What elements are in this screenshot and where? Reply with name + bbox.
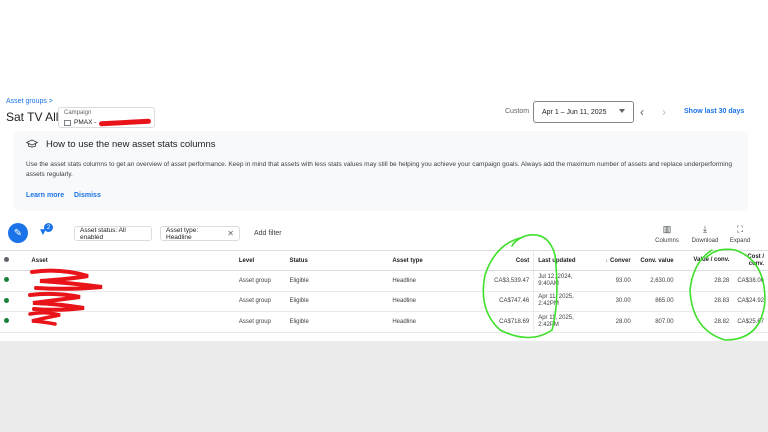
download-label: Download: [691, 238, 719, 244]
chevron-down-icon: [619, 109, 625, 113]
cost-cell: CA$3,539.47: [474, 270, 534, 292]
page-title: Sat TV All: [6, 110, 59, 124]
column-header-conversions-label: Conver: [609, 257, 631, 264]
column-header-asset[interactable]: Asset: [27, 250, 235, 271]
custom-label: Custom: [505, 108, 530, 115]
page: Asset groups > Sat TV All Campaign PMAX …: [0, 0, 768, 432]
campaign-value: PMAX -: [64, 118, 152, 127]
last-updated-cell: Jul 12, 2024, 9:40AM: [533, 270, 580, 292]
column-header-cost[interactable]: Cost: [474, 250, 534, 271]
campaign-label: Campaign: [64, 110, 92, 116]
close-icon[interactable]: ✕: [227, 229, 234, 238]
status-dot-header: [0, 250, 28, 271]
value-conv-cell: 28.28: [677, 270, 734, 292]
conv-value-cell: 807.00: [634, 311, 678, 333]
last-updated-cell: Apr 11, 2025, 2:42PM: [533, 311, 580, 333]
campaign-name: PMAX -: [74, 119, 97, 126]
status-dot: [4, 297, 9, 303]
date-range-selector[interactable]: Apr 1 – Jun 11, 2025: [533, 101, 634, 123]
dismiss-button[interactable]: Dismiss: [74, 192, 101, 199]
chevron-right-icon[interactable]: ›: [662, 105, 666, 119]
expand-button[interactable]: ⛶ Expand: [720, 224, 760, 244]
cost-conv-cell: CA$38.06: [733, 270, 768, 292]
info-card: How to use the new asset stats columns U…: [13, 131, 748, 211]
column-header-last-updated[interactable]: Last updated: [533, 250, 580, 271]
conv-value-cell: 865.00: [634, 291, 678, 312]
filter-chip-status[interactable]: Asset status: All enabled: [74, 226, 152, 241]
status-dot: [4, 277, 9, 283]
filter-count-badge: 2: [44, 223, 53, 232]
level-cell: Asset group: [234, 311, 286, 333]
pencil-icon: ✎: [13, 227, 23, 239]
conversions-cell: 93.00: [579, 270, 635, 292]
row-status-cell: [0, 270, 28, 292]
table-row[interactable]: Asset group Eligible Headline CA$747.46 …: [0, 291, 768, 312]
filter-chip-type[interactable]: Asset type: Headline ✕: [160, 226, 240, 241]
show-last-30-days-link[interactable]: Show last 30 days: [684, 108, 744, 115]
expand-label: Expand: [729, 238, 751, 244]
column-header-status[interactable]: Status: [285, 250, 389, 271]
column-header-conversions[interactable]: ↓ Conver: [579, 250, 635, 271]
asset-cell[interactable]: [27, 311, 235, 333]
last-updated-cell: Apr 11, 2025, 2:42PM: [533, 291, 580, 312]
column-header-level[interactable]: Level: [234, 250, 286, 271]
campaign-type-icon: [64, 119, 71, 126]
asset-type-cell: Headline: [388, 311, 475, 333]
date-range-value: Apr 1 – Jun 11, 2025: [542, 108, 607, 116]
filter-chip-status-label: Asset status: All enabled: [80, 226, 126, 241]
filter-chip-type-label: Asset type: Headline: [166, 226, 199, 241]
level-cell: Asset group: [234, 291, 286, 312]
cost-conv-cell: CA$25.67: [733, 311, 768, 333]
download-icon: ⤓: [703, 224, 707, 234]
status-dot: [4, 318, 9, 324]
asset-type-cell: Headline: [388, 270, 475, 292]
asset-cell[interactable]: [27, 291, 235, 312]
status-cell: Eligible: [285, 311, 389, 333]
column-header-conv-value[interactable]: Conv. value: [634, 250, 678, 271]
cost-conv-cell: CA$24.92: [733, 291, 768, 312]
column-header-cost-conv[interactable]: Cost / conv.: [733, 250, 768, 271]
status-dot: [4, 257, 9, 262]
graduation-cap-icon: [26, 139, 38, 148]
value-conv-cell: 28.83: [677, 291, 734, 312]
bottom-background: [0, 341, 768, 432]
status-cell: Eligible: [285, 270, 389, 292]
column-header-asset-type[interactable]: Asset type: [388, 250, 475, 271]
columns-label: Columns: [655, 238, 679, 244]
add-filter-button[interactable]: Add filter: [254, 230, 282, 237]
conv-value-cell: 2,630.00: [634, 270, 678, 292]
info-body: Use the asset stats columns to get an ov…: [26, 161, 732, 178]
columns-icon: ▥: [662, 224, 672, 234]
expand-icon: ⛶: [736, 224, 744, 234]
breadcrumb[interactable]: Asset groups >: [6, 98, 53, 105]
learn-more-link[interactable]: Learn more: [26, 192, 64, 199]
cost-cell: CA$747.46: [474, 291, 534, 312]
sort-arrow-icon: ↓: [604, 257, 608, 264]
asset-type-cell: Headline: [388, 291, 475, 312]
edit-button[interactable]: ✎: [8, 223, 28, 243]
status-cell: Eligible: [285, 291, 389, 312]
level-cell: Asset group: [234, 270, 286, 292]
info-title: How to use the new asset stats columns: [46, 139, 216, 150]
column-header-value-conv[interactable]: Value / conv.: [677, 250, 734, 271]
table-row[interactable]: Asset group Eligible Headline CA$718.69 …: [0, 311, 768, 333]
asset-table: Asset Level Status Asset type Cost Last …: [0, 250, 768, 333]
chevron-left-icon[interactable]: ‹: [640, 105, 644, 119]
table-header-row: Asset Level Status Asset type Cost Last …: [0, 250, 768, 271]
row-status-cell: [0, 311, 28, 333]
asset-cell[interactable]: [27, 270, 235, 292]
cost-cell: CA$718.69: [474, 311, 534, 333]
redaction-mark: [99, 118, 152, 127]
download-button[interactable]: ⤓ Download: [685, 224, 725, 244]
conversions-cell: 30.00: [579, 291, 635, 312]
table-row[interactable]: Asset group Eligible Headline CA$3,539.4…: [0, 270, 768, 292]
conversions-cell: 28.00: [579, 311, 635, 333]
row-status-cell: [0, 291, 28, 312]
campaign-selector[interactable]: Campaign PMAX -: [58, 107, 155, 128]
columns-button[interactable]: ▥ Columns: [647, 224, 687, 244]
value-conv-cell: 28.82: [677, 311, 734, 333]
